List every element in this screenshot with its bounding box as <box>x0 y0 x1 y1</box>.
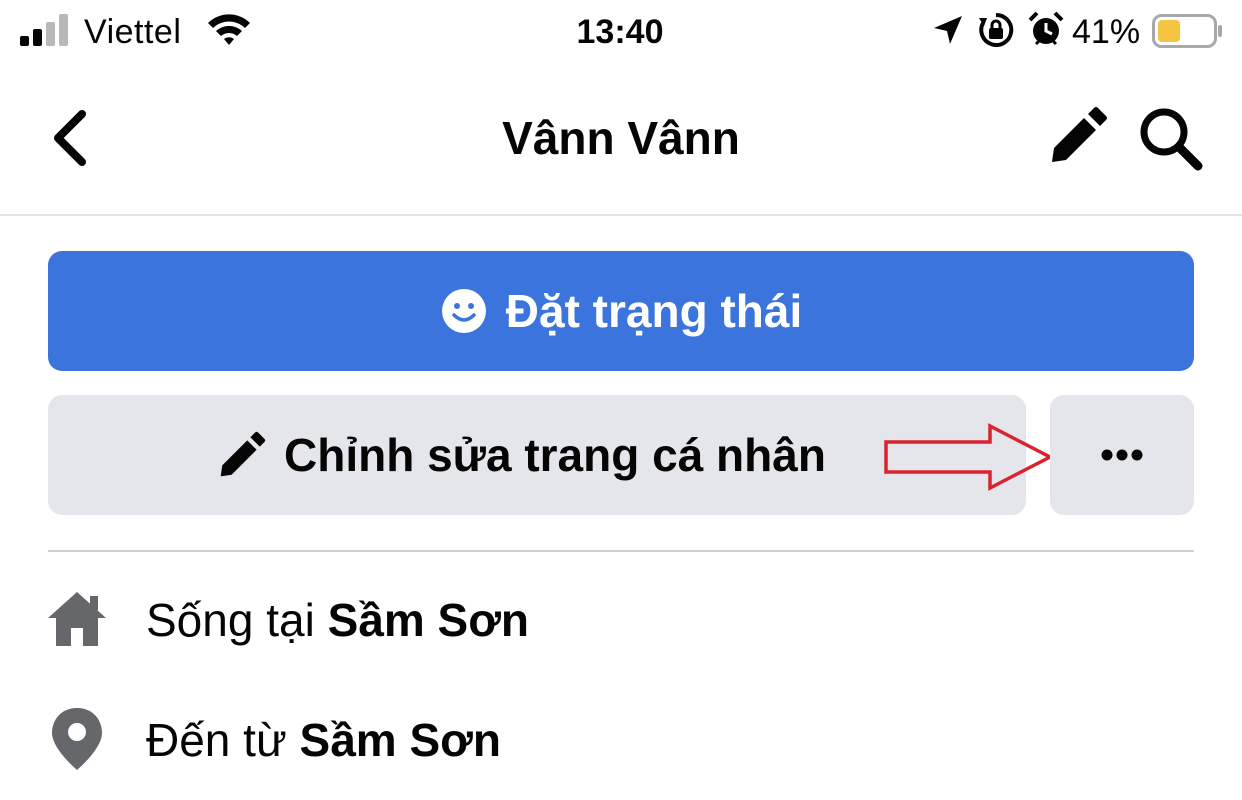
more-horizontal-icon <box>1101 449 1143 461</box>
from-place[interactable]: Sầm Sơn <box>300 714 501 766</box>
set-status-button[interactable]: Đặt trạng thái <box>48 251 1194 371</box>
lives-in-place[interactable]: Sầm Sơn <box>328 594 529 646</box>
chevron-left-icon <box>54 110 86 166</box>
back-button[interactable] <box>44 106 100 170</box>
more-options-button[interactable] <box>1050 395 1194 515</box>
info-lives-in: Sống tại Sầm Sơn <box>0 584 1242 664</box>
pencil-icon <box>220 431 266 477</box>
info-from: Đến từ Sầm Sơn <box>0 702 1242 782</box>
status-time: 13:40 <box>576 13 664 51</box>
profile-screen: Viettel 13:40 41% Vânn Vânn Đặt trạng th… <box>0 0 1242 800</box>
search-icon <box>1140 108 1203 171</box>
section-divider <box>48 550 1194 552</box>
home-icon <box>48 592 106 646</box>
lives-in-text: Sống tại Sầm Sơn <box>146 590 529 650</box>
battery-percentage: 41% <box>1072 13 1141 51</box>
lives-in-prefix: Sống tại <box>146 594 315 646</box>
wifi-icon <box>208 14 250 45</box>
signal-icon <box>20 14 68 46</box>
search-button[interactable] <box>1136 104 1204 172</box>
rotation-lock-icon <box>979 12 1014 47</box>
smiley-icon <box>441 289 486 333</box>
annotation-arrow-icon <box>884 423 1054 491</box>
location-pin-icon <box>52 708 102 770</box>
edit-header-button[interactable] <box>1044 106 1108 170</box>
pencil-icon <box>1052 107 1107 162</box>
alarm-icon <box>1028 11 1064 46</box>
profile-header: Vânn Vânn <box>0 80 1242 216</box>
from-text: Đến từ Sầm Sơn <box>146 710 501 770</box>
page-title: Vânn Vânn <box>502 112 740 164</box>
battery-icon <box>1152 14 1222 48</box>
carrier-name: Viettel <box>84 13 182 51</box>
edit-profile-label: Chỉnh sửa trang cá nhân <box>284 429 826 481</box>
status-bar: Viettel 13:40 41% <box>0 0 1242 66</box>
location-icon <box>934 16 962 44</box>
from-prefix: Đến từ <box>146 714 287 766</box>
set-status-label: Đặt trạng thái <box>505 285 803 337</box>
